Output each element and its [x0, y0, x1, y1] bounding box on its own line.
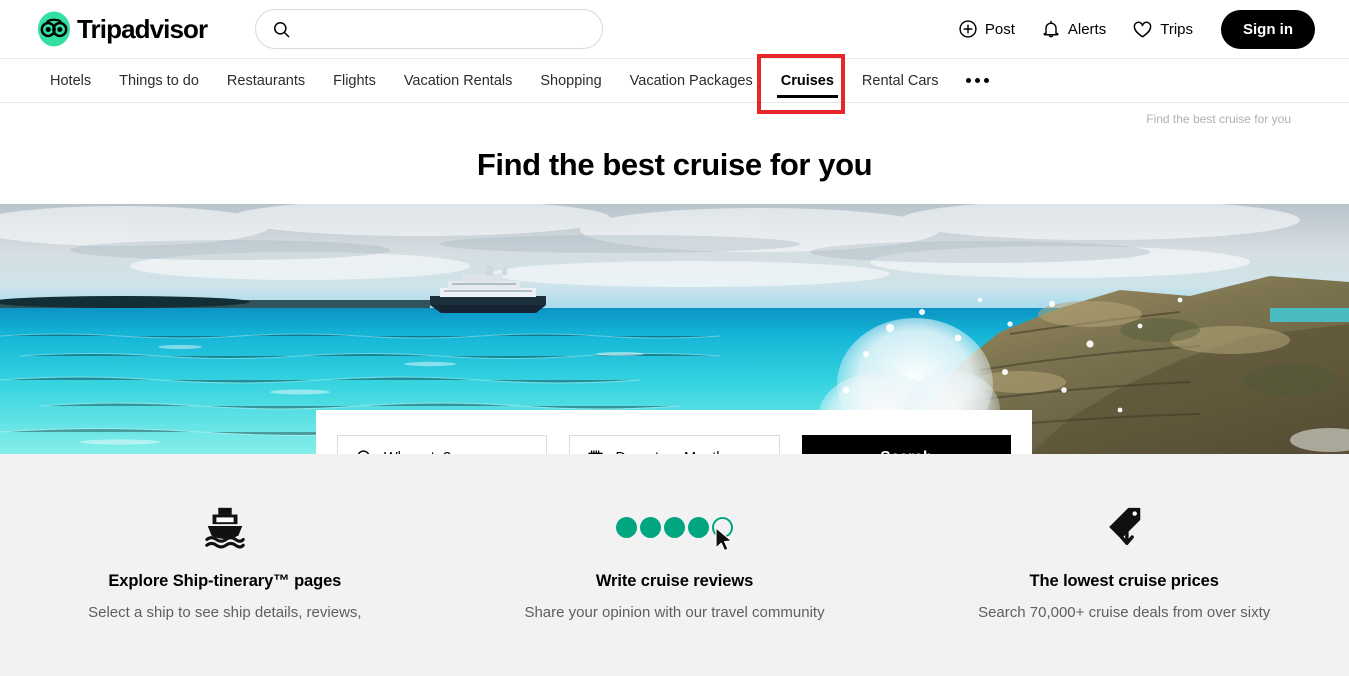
feature-title: The lowest cruise prices — [1029, 572, 1219, 590]
rating-bubble-filled — [664, 516, 685, 538]
nav-label: Shopping — [540, 72, 602, 89]
nav-more-button[interactable] — [952, 59, 1003, 102]
nav-item-vacation-packages[interactable]: Vacation Packages — [616, 59, 767, 102]
feature-title: Explore Ship-tinerary™ pages — [108, 572, 342, 590]
feature-ship-itinerary: Explore Ship-tinerary™ pages Select a sh… — [0, 500, 450, 676]
cruise-ship-icon — [205, 507, 245, 549]
feature-description: Share your opinion with our travel commu… — [524, 604, 825, 621]
nav-item-cruises[interactable]: Cruises — [767, 59, 848, 102]
nav-item-restaurants[interactable]: Restaurants — [213, 59, 319, 102]
header-actions: Post Alerts Trips Sign in — [958, 9, 1315, 49]
brand-name: Tripadvisor — [77, 14, 208, 44]
feature-title: Write cruise reviews — [595, 572, 754, 590]
feature-description: Search 70,000+ cruise deals from over si… — [978, 604, 1271, 621]
post-label: Post — [984, 20, 1015, 38]
post-button[interactable]: Post — [958, 19, 1015, 39]
rating-bubbles-icon — [616, 516, 733, 551]
search-icon — [274, 21, 290, 37]
ellipsis-icon — [966, 78, 972, 83]
destination-label: Where to? — [384, 450, 451, 454]
nav-item-vacation-rentals[interactable]: Vacation Rentals — [390, 59, 527, 102]
feature-icon-wrap — [24, 500, 426, 554]
nav-label: Vacation Packages — [629, 72, 753, 89]
plus-circle-icon — [959, 20, 977, 38]
nav-label: Restaurants — [226, 72, 306, 89]
feature-icon-wrap — [923, 500, 1325, 554]
nav-label: Flights — [333, 72, 376, 89]
nav-item-things-to-do[interactable]: Things to do — [105, 59, 213, 102]
heart-icon — [1133, 21, 1152, 38]
nav-label: Things to do — [119, 72, 199, 89]
nav-label: Vacation Rentals — [403, 72, 513, 89]
trips-label: Trips — [1160, 20, 1193, 38]
rating-bubble-filled — [688, 516, 709, 538]
tripadvisor-logo[interactable]: Tripadvisor — [34, 9, 208, 49]
rating-bubble-filled — [616, 516, 637, 538]
feature-highlights: Explore Ship-tinerary™ pages Select a sh… — [0, 454, 1349, 676]
nav-item-flights[interactable]: Flights — [319, 59, 390, 102]
feature-lowest-prices: The lowest cruise prices Search 70,000+ … — [899, 500, 1349, 676]
bell-icon — [1043, 20, 1059, 38]
feature-write-reviews: Write cruise reviews Share your opinion … — [450, 500, 900, 676]
breadcrumb-label: Find the best cruise for you — [1146, 112, 1291, 126]
cruise-search-form: Where to? Departure Month Search — [316, 410, 1032, 454]
price-tag-down-arrow-icon — [1109, 507, 1141, 546]
ellipsis-icon — [984, 78, 990, 83]
location-pin-icon — [357, 449, 370, 454]
feature-icon-wrap — [474, 500, 876, 554]
nav-label: Cruises — [780, 72, 834, 89]
breadcrumb: Find the best cruise for you — [0, 103, 1349, 135]
tripadvisor-owl-logo-icon — [38, 11, 70, 47]
hero-banner: Where to? Departure Month Search — [0, 204, 1349, 454]
search-input[interactable] — [301, 21, 587, 37]
cursor-arrow-icon — [715, 526, 733, 551]
ellipsis-icon — [975, 78, 981, 83]
trips-button[interactable]: Trips — [1132, 19, 1193, 40]
global-search-box[interactable] — [255, 9, 604, 49]
nav-item-hotels[interactable]: Hotels — [34, 59, 105, 102]
departure-month-field[interactable]: Departure Month — [568, 434, 780, 454]
destination-field[interactable]: Where to? — [337, 434, 547, 454]
search-button[interactable]: Search — [801, 435, 1011, 454]
site-header: Tripadvisor Post Alerts Trips Sign in — [0, 0, 1349, 58]
rating-bubble-filled — [640, 516, 661, 538]
nav-label: Hotels — [50, 72, 92, 89]
primary-nav: Hotels Things to do Restaurants Flights … — [0, 54, 1349, 114]
departure-month-label: Departure Month — [616, 450, 725, 454]
alerts-label: Alerts — [1067, 20, 1107, 38]
feature-description: Select a ship to see ship details, revie… — [88, 604, 362, 621]
nav-label: Rental Cars — [861, 72, 939, 89]
nav-item-shopping[interactable]: Shopping — [526, 59, 615, 102]
calendar-icon — [587, 449, 603, 454]
page-title: Find the best cruise for you — [0, 135, 1349, 204]
nav-item-rental-cars[interactable]: Rental Cars — [848, 59, 953, 102]
sign-in-button[interactable]: Sign in — [1221, 9, 1315, 49]
alerts-button[interactable]: Alerts — [1041, 19, 1106, 39]
